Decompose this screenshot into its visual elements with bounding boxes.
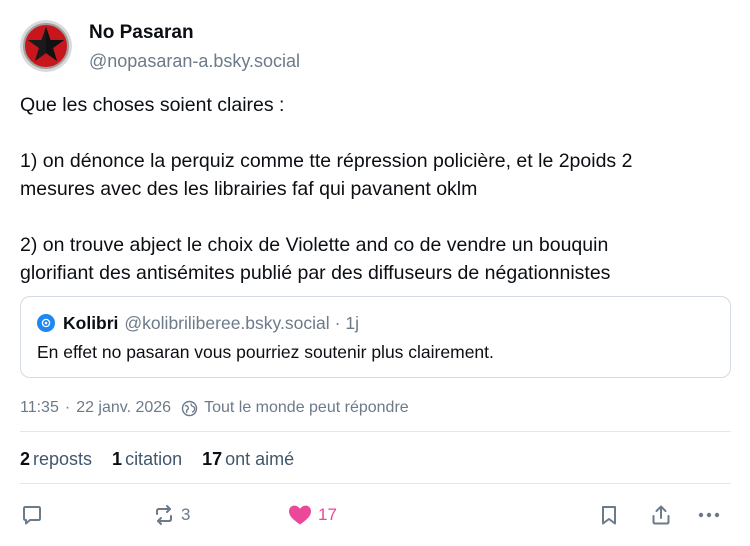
post-line: 2) on trouve abject le choix de Violette…: [20, 234, 609, 256]
post-meta: 11:35 · 22 janv. 2026 Tout le monde peut…: [20, 397, 409, 419]
reply-setting[interactable]: Tout le monde peut répondre: [181, 397, 409, 419]
quotes-label: citation: [125, 449, 183, 469]
divider: [20, 431, 731, 432]
quote-author-name[interactable]: Kolibri: [63, 311, 118, 335]
divider: [20, 483, 731, 484]
quoted-post-header: Kolibri @kolibriliberee.bsky.social · 1j: [37, 311, 359, 335]
red-black-star-icon: [20, 20, 72, 72]
at-sign-icon: [41, 318, 51, 328]
quote-text: En effet no pasaran vous pourriez souten…: [37, 342, 494, 362]
author-handle[interactable]: @nopasaran-a.bsky.social: [89, 49, 300, 73]
post-stats: 2 reposts 1 citation 17 ont aimé: [20, 447, 314, 471]
quotes-stat[interactable]: 1 citation: [112, 447, 182, 471]
quote-author-handle[interactable]: @kolibriliberee.bsky.social: [124, 311, 329, 335]
globe-icon: [181, 400, 198, 416]
author-display-name[interactable]: No Pasaran: [89, 21, 194, 45]
reposts-label: reposts: [33, 449, 93, 469]
post-line-blank: [20, 119, 730, 147]
reposts-stat[interactable]: 2 reposts: [20, 447, 92, 471]
more-options-button[interactable]: [696, 500, 722, 530]
post-date: 22 janv. 2026: [76, 399, 172, 416]
post-line-blank: [20, 203, 730, 231]
post: No Pasaran @nopasaran-a.bsky.social Que …: [0, 0, 750, 546]
share-button[interactable]: [649, 500, 673, 530]
reposts-count: 2: [20, 449, 31, 469]
repost-icon: [156, 505, 172, 525]
likes-label: ont aimé: [225, 449, 295, 469]
quote-timestamp[interactable]: 1j: [345, 311, 359, 335]
post-line: glorifiant des antisémites publié par de…: [20, 262, 611, 284]
quoted-post[interactable]: Kolibri @kolibriliberee.bsky.social · 1j…: [20, 296, 731, 378]
like-count: 17: [318, 505, 337, 524]
reply-bubble-icon: [23, 506, 41, 525]
post-time: 11:35: [20, 399, 59, 416]
meta-separator: ·: [64, 399, 71, 416]
reply-setting-label: Tout le monde peut répondre: [204, 399, 409, 416]
quote-separator: ·: [334, 313, 341, 333]
like-button[interactable]: 17: [287, 500, 337, 530]
repost-button[interactable]: 3: [152, 500, 190, 530]
reply-button[interactable]: [20, 500, 44, 530]
post-text: Que les choses soient claires : 1) on dé…: [20, 91, 730, 287]
ellipsis-icon: [698, 512, 720, 518]
likes-count: 17: [202, 449, 223, 469]
share-icon: [652, 505, 670, 525]
bookmark-button[interactable]: [597, 500, 621, 530]
likes-stat[interactable]: 17 ont aimé: [202, 447, 294, 471]
author-avatar[interactable]: [20, 20, 72, 72]
heart-icon: [289, 505, 311, 525]
post-line: Que les choses soient claires :: [20, 94, 285, 116]
quotes-count: 1: [112, 449, 123, 469]
bookmark-icon: [602, 506, 616, 525]
post-line: 1) on dénonce la perquiz comme tte répre…: [20, 150, 633, 172]
post-line: mesures avec des les librairies faf qui …: [20, 178, 478, 200]
quote-avatar-icon[interactable]: [37, 314, 55, 332]
repost-count: 3: [181, 505, 191, 524]
